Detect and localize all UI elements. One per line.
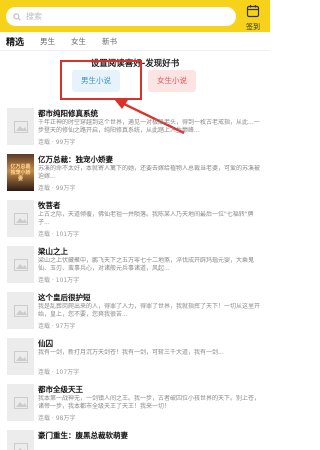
book-title: 这个皇后很护短 bbox=[38, 293, 91, 302]
book-meta: 连载 · 97万字 bbox=[38, 323, 76, 330]
book-title: 仙囚 bbox=[38, 339, 53, 348]
book-item[interactable]: 豪门重生：腹黑总裁软萌妻 bbox=[0, 425, 270, 450]
signin-label: 签到 bbox=[246, 23, 260, 31]
book-cover bbox=[7, 200, 34, 237]
book-description: 我有一剑，新打月沉万天剑苍！我有一剑，可斩三千大道，我有一剑... bbox=[38, 349, 224, 356]
book-description: 我是乱葬岗爬出来的人，得罪了人力，得罪了世界，我就指挥了天下！一切从这里开始，皇… bbox=[38, 303, 261, 318]
image-placeholder-icon bbox=[13, 350, 28, 363]
image-placeholder-icon bbox=[13, 442, 28, 450]
image-placeholder-icon bbox=[13, 258, 28, 271]
book-cover bbox=[7, 292, 34, 329]
calendar-icon bbox=[246, 5, 260, 18]
tab-featured[interactable]: 精选 bbox=[6, 35, 24, 48]
book-title: 都市纯阳修真系统 bbox=[38, 109, 98, 118]
book-description: 千年正神的时空穿越到这个世界，遇见一对极品老头，得到一枚古老戒指，从此...一步… bbox=[38, 119, 260, 134]
image-placeholder-icon bbox=[13, 304, 28, 317]
book-cover bbox=[7, 246, 34, 283]
signin-button[interactable]: 签到 bbox=[240, 3, 266, 31]
tab-male[interactable]: 男生 bbox=[40, 36, 55, 47]
book-cover bbox=[7, 384, 34, 421]
tab-new[interactable]: 新书 bbox=[102, 36, 117, 47]
search-icon bbox=[13, 12, 21, 21]
female-novel-button[interactable]: 女生小说 bbox=[148, 70, 196, 92]
book-cover bbox=[7, 108, 34, 145]
book-title: 梁山之上 bbox=[38, 247, 68, 256]
cover-text: 亿万总裁 独宠小娇妻 bbox=[10, 163, 31, 182]
top-header: 搜索 签到 bbox=[0, 0, 270, 32]
book-title: 牧菩者 bbox=[38, 201, 61, 210]
book-cover bbox=[7, 338, 34, 375]
book-description: 上古之际，天道倾覆，佛仙老祖一并陨落。我陈某人乃天地间最后一位"七福转"牌子..… bbox=[38, 211, 254, 226]
book-description: 苏溪的命不太好，本就寄人篱下的她，还要去嫁给植物人总裁当老婆，可爱的苏溪被迫嫁.… bbox=[38, 165, 261, 180]
search-placeholder: 搜索 bbox=[26, 12, 42, 21]
book-meta: 连载 · 98万字 bbox=[38, 415, 76, 422]
book-cover: 亿万总裁 独宠小娇妻 bbox=[7, 154, 34, 191]
book-cover bbox=[7, 430, 34, 450]
book-meta: 连载 · 101万字 bbox=[38, 231, 80, 238]
book-meta: 连载 · 101万字 bbox=[38, 277, 80, 284]
image-placeholder-icon bbox=[13, 212, 28, 225]
tab-female[interactable]: 女生 bbox=[71, 36, 86, 47]
book-description: 我本第一战神无，一剑镇人间之王。我一步，古者破囚位小孩世界的天下。别上苍，诸帝一… bbox=[38, 395, 261, 410]
book-title: 亿万总裁：独宠小娇妻 bbox=[38, 155, 113, 164]
book-meta: 连载 · 99万字 bbox=[38, 185, 76, 192]
search-bar[interactable]: 搜索 bbox=[6, 7, 236, 26]
book-meta: 连载 · 99万字 bbox=[38, 139, 76, 146]
book-title: 豪门重生：腹黑总裁软萌妻 bbox=[38, 431, 128, 440]
book-title: 都市全级天王 bbox=[38, 385, 83, 394]
book-meta: 连载 · 107万字 bbox=[38, 369, 80, 376]
image-placeholder-icon bbox=[13, 120, 28, 133]
highlight-box bbox=[60, 60, 142, 100]
book-description: 梁山之上伏藏聚中，鹏飞天下之五万零七十二地煞，淬伐成开辟玛瑙元婴，大乘鬼仙、玉刃… bbox=[38, 257, 255, 272]
category-tabs: 精选 男生 女生 新书 bbox=[0, 32, 270, 51]
image-placeholder-icon bbox=[13, 396, 28, 409]
